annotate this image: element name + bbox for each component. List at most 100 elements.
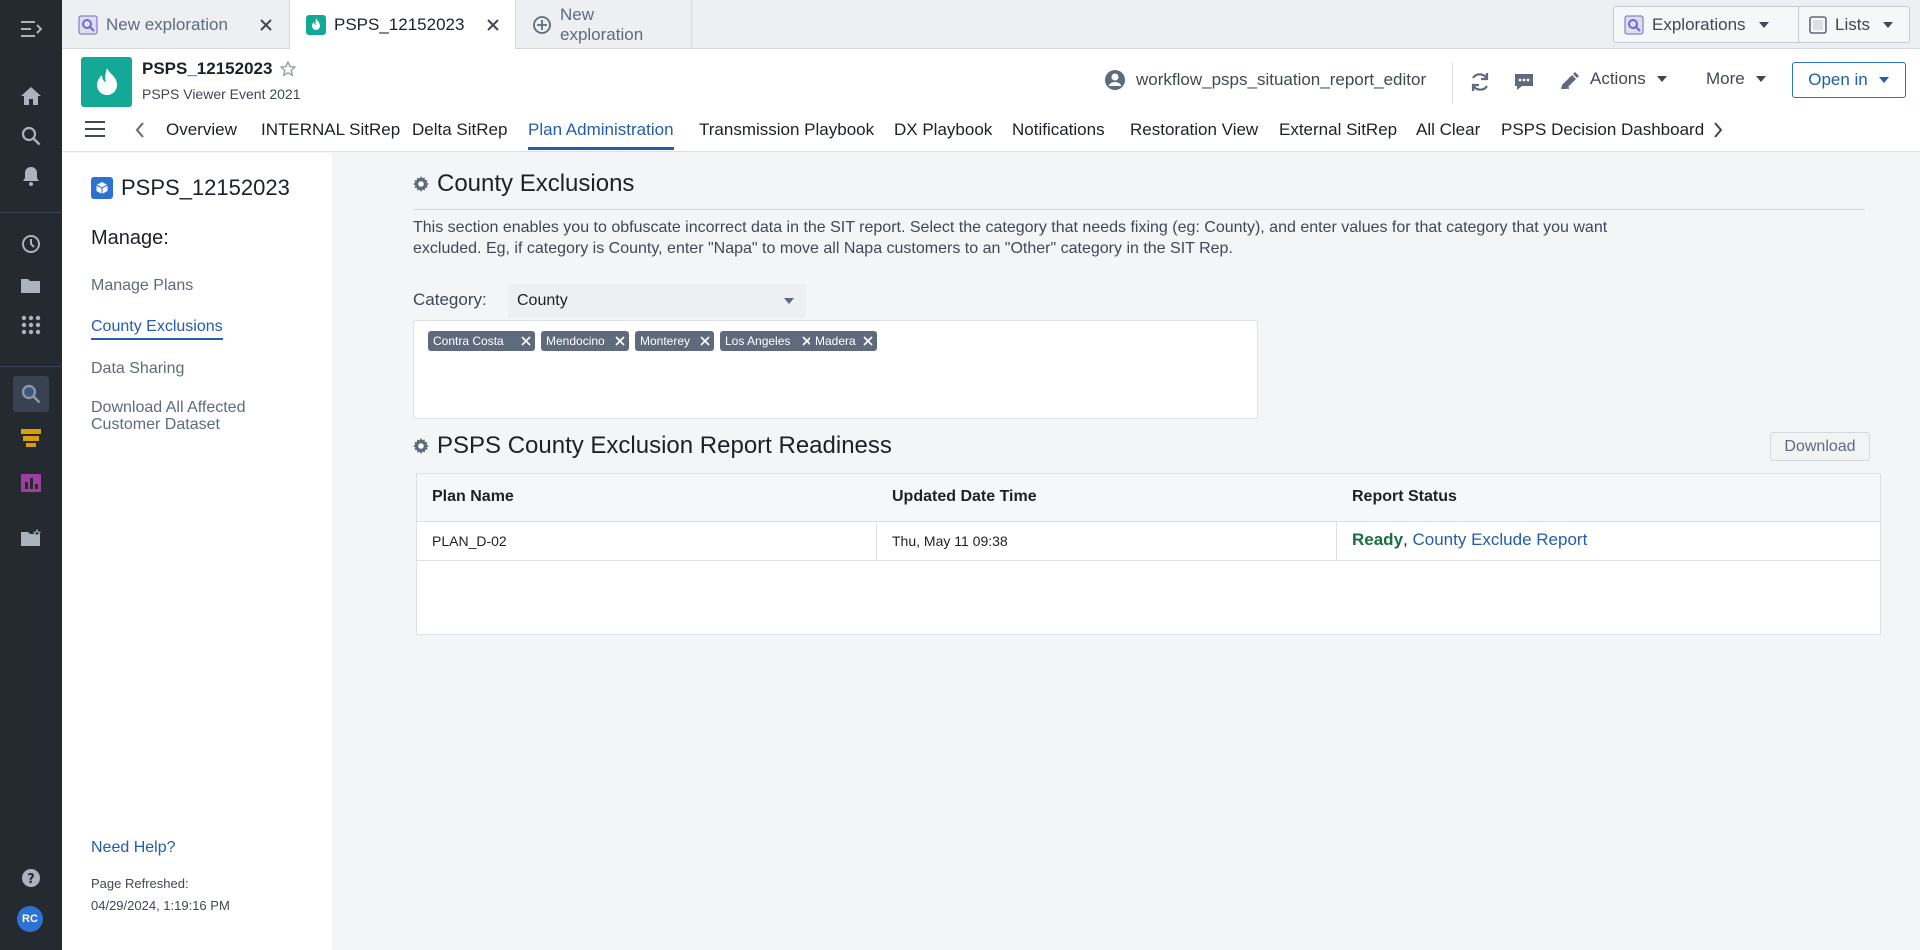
tab-psps[interactable]: PSPS_12152023 [290, 0, 516, 50]
user-icon [1105, 70, 1125, 90]
cell-updated: Thu, May 11 09:38 [892, 533, 1008, 549]
chevron-down-icon [1656, 75, 1668, 83]
more-menu[interactable]: More [1706, 69, 1767, 89]
close-icon[interactable] [700, 336, 710, 346]
cell-status: Ready, County Exclude Report [1352, 530, 1587, 550]
need-help-link[interactable]: Need Help? [91, 839, 176, 857]
close-icon[interactable] [484, 16, 501, 34]
close-icon[interactable] [257, 16, 275, 34]
svg-text:?: ? [27, 872, 35, 887]
nav-tab-transmission-playbook[interactable]: Transmission Playbook [699, 120, 874, 147]
column-header-status[interactable]: Report Status [1352, 488, 1457, 506]
nav-tab-notifications[interactable]: Notifications [1012, 120, 1105, 147]
open-in-label: Open in [1808, 70, 1868, 89]
tab-strip: New exploration PSPS_12152023 New explor… [62, 0, 1920, 50]
page-refreshed-info: Page Refreshed: 04/29/2024, 1:19:16 PM [91, 873, 230, 917]
readiness-title: PSPS County Exclusion Report Readiness [413, 432, 892, 460]
cube-icon [91, 177, 113, 199]
tag-monterey: Monterey [635, 331, 714, 351]
folder-icon[interactable] [13, 267, 49, 303]
object-subtitle: PSPS Viewer Event 2021 [142, 86, 301, 102]
home-icon[interactable] [13, 78, 49, 114]
edit-icon [1560, 69, 1582, 89]
user-role-label: workflow_psps_situation_report_editor [1136, 70, 1427, 89]
close-icon[interactable] [863, 336, 873, 346]
tag-madera: Madera [810, 331, 877, 351]
object-title-text: PSPS_12152023 [142, 59, 273, 78]
tab-label: New exploration [560, 4, 644, 44]
user-avatar[interactable]: RC [17, 906, 43, 932]
explorations-button[interactable]: Explorations [1613, 6, 1803, 43]
nav-tab-all-clear[interactable]: All Clear [1416, 120, 1480, 147]
page-refreshed-time: 04/29/2024, 1:19:16 PM [91, 898, 230, 913]
exclusion-values-input[interactable]: Contra Costa Mendocino Monterey Los Ange… [413, 320, 1258, 419]
flame-logo-icon [81, 57, 132, 107]
close-icon[interactable] [521, 336, 531, 346]
menu-icon[interactable] [84, 120, 106, 138]
add-circle-icon [532, 15, 552, 35]
caret-down-icon [784, 298, 794, 304]
sidebar-title: PSPS_12152023 [91, 175, 290, 201]
nav-tab-delta-sitrep[interactable]: Delta SitRep [412, 120, 507, 147]
search-doc-icon [78, 15, 98, 35]
apps-grid-icon[interactable] [13, 307, 49, 343]
chevron-right-icon[interactable] [1713, 122, 1723, 138]
tag-label: Monterey [640, 334, 691, 348]
nav-tab-psps-decision-dashboard[interactable]: PSPS Decision Dashboard [1501, 120, 1704, 147]
close-icon[interactable] [615, 336, 625, 346]
lists-button[interactable]: Lists [1798, 6, 1910, 43]
chevron-left-icon[interactable] [135, 122, 145, 138]
column-divider [876, 522, 877, 561]
lists-icon [1809, 15, 1827, 34]
star-icon[interactable] [280, 61, 297, 77]
sidebar-item-download-dataset[interactable]: Download All Affected Customer Dataset [91, 399, 281, 433]
nav-tab-plan-administration[interactable]: Plan Administration [528, 120, 674, 150]
comments-icon[interactable] [1511, 69, 1537, 95]
user-role[interactable]: workflow_psps_situation_report_editor [1104, 69, 1426, 91]
help-icon[interactable]: ? [13, 860, 49, 896]
sidebar-item-manage-plans[interactable]: Manage Plans [91, 277, 193, 294]
notifications-icon[interactable] [13, 158, 49, 194]
nav-tab-internal-sitrep[interactable]: INTERNAL SitRep [261, 120, 400, 147]
tab-new-exploration-1[interactable]: New exploration [62, 0, 290, 49]
actions-label: Actions [1590, 69, 1646, 88]
page-nav: Overview INTERNAL SitRep Delta SitRep Pl… [62, 112, 1920, 152]
chevron-down-icon [1878, 76, 1890, 84]
exploration-app-icon[interactable] [13, 376, 49, 412]
flame-icon [306, 15, 326, 35]
sidebar-item-county-exclusions[interactable]: County Exclusions [91, 318, 223, 340]
lists-label: Lists [1835, 14, 1870, 34]
nav-tab-dx-playbook[interactable]: DX Playbook [894, 120, 992, 147]
sidebar-item-data-sharing[interactable]: Data Sharing [91, 360, 184, 377]
object-title: PSPS_12152023 [142, 59, 297, 79]
tag-label: Contra Costa [433, 334, 504, 348]
expand-rail-icon[interactable] [13, 11, 49, 47]
tag-contra-costa: Contra Costa [428, 331, 535, 351]
tag-label: Mendocino [546, 334, 605, 348]
analytics-app-icon[interactable] [13, 465, 49, 501]
column-header-updated[interactable]: Updated Date Time [892, 488, 1037, 506]
page-refreshed-label: Page Refreshed: [91, 876, 189, 891]
category-select[interactable]: County [508, 284, 806, 318]
download-button[interactable]: Download [1770, 432, 1870, 461]
open-in-button[interactable]: Open in [1792, 62, 1906, 98]
tab-new-exploration-2[interactable]: New exploration [516, 0, 692, 49]
manage-heading: Manage: [91, 227, 169, 249]
nav-tab-overview[interactable]: Overview [166, 120, 237, 147]
gear-icon [413, 438, 429, 454]
category-value: County [517, 292, 568, 309]
county-exclude-report-link[interactable]: County Exclude Report [1412, 530, 1587, 549]
chevron-down-icon [1755, 75, 1767, 83]
actions-menu[interactable]: Actions [1560, 69, 1668, 89]
stack-app-icon[interactable] [13, 420, 49, 456]
search-icon[interactable] [13, 118, 49, 154]
folder-star-icon[interactable] [13, 520, 49, 556]
tag-label: Los Angeles [725, 334, 791, 348]
column-header-plan-name[interactable]: Plan Name [432, 488, 514, 506]
nav-tab-restoration-view[interactable]: Restoration View [1130, 120, 1258, 147]
refresh-icon[interactable] [1467, 69, 1493, 95]
rail-divider [0, 366, 62, 367]
history-icon[interactable] [13, 226, 49, 262]
nav-tab-external-sitrep[interactable]: External SitRep [1279, 120, 1397, 147]
section-description: This section enables you to obfuscate in… [413, 219, 1608, 257]
